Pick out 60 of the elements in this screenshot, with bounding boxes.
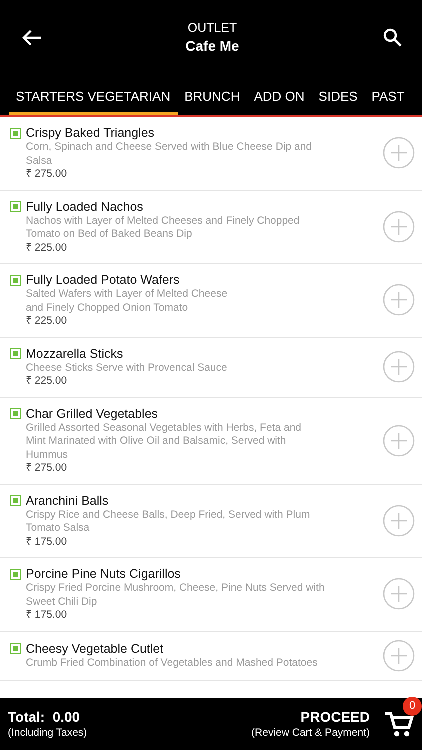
proceed-link[interactable]: PROCEED xyxy=(252,708,370,726)
item-name: Fully Loaded Nachos xyxy=(26,198,144,214)
header-subtitle: OUTLET xyxy=(186,20,238,36)
item-description: Tomato Salsa xyxy=(26,522,90,534)
item-name: Mozzarella Sticks xyxy=(26,346,124,362)
item-description: Nachos with Layer of Melted Cheeses and Finely Chopped xyxy=(26,214,300,226)
item-name: Char Grilled Vegetables xyxy=(26,406,158,422)
item-price: ₹ 225.00 xyxy=(26,315,68,327)
item-price: ₹ 275.00 xyxy=(26,168,68,180)
item-price: ₹ 175.00 xyxy=(26,609,68,621)
proceed-note: (Review Cart & Payment) xyxy=(252,726,370,740)
add-button[interactable] xyxy=(383,137,415,170)
veg-icon xyxy=(10,408,21,419)
item-name: Cheesy Vegetable Cutlet xyxy=(26,640,164,657)
item-description: Corn, Spinach and Cheese Served with Blue Cheese Dip and xyxy=(26,141,312,153)
item-description: Salsa xyxy=(26,154,52,166)
add-button[interactable] xyxy=(383,640,415,672)
item-name: Fully Loaded Potato Wafers xyxy=(26,272,180,288)
veg-icon xyxy=(10,568,21,580)
veg-icon xyxy=(10,495,21,506)
item-description: Tomato on Bed of Baked Beans Dip xyxy=(26,228,192,240)
item-description: Sweet Chili Dip xyxy=(26,596,98,608)
item-description: Cheese Sticks Serve with Provencal Sauce xyxy=(26,362,228,374)
category-tab[interactable]: STARTERS VEGETARIAN xyxy=(9,75,178,115)
veg-icon xyxy=(10,201,21,212)
add-button[interactable] xyxy=(383,284,415,316)
category-tab[interactable]: ADD ON xyxy=(247,75,312,115)
cart-count-badge: 0 xyxy=(403,697,422,716)
veg-icon xyxy=(10,128,21,138)
add-button[interactable] xyxy=(383,424,415,456)
item-price: ₹ 275.00 xyxy=(26,462,68,474)
item-name: Porcine Pine Nuts Cigarillos xyxy=(26,566,181,582)
category-tab[interactable]: BRUNCH xyxy=(178,75,248,115)
item-price: ₹ 225.00 xyxy=(26,375,68,387)
item-description: Crispy Rice and Cheese Balls, Deep Fried, Served with Plum xyxy=(26,508,310,520)
item-description: Crispy Fried Porcine Mushroom, Cheese, Pine Nuts Served with xyxy=(26,582,325,594)
back-icon[interactable] xyxy=(22,30,42,46)
item-description: Hummus xyxy=(26,448,68,460)
item-description: Mint Marinated with Olive Oil and Balsamic, Served with xyxy=(26,435,286,447)
add-button[interactable] xyxy=(383,351,415,383)
total-note: (Including Taxes) xyxy=(8,726,88,740)
category-tab[interactable]: PAST xyxy=(364,75,412,115)
category-tab[interactable]: SIDES xyxy=(312,75,365,115)
outlet-name: Cafe Me xyxy=(186,36,240,56)
item-price: ₹ 225.00 xyxy=(26,242,68,254)
item-description: and Finely Chopped Onion Tomato xyxy=(26,302,188,314)
add-button[interactable] xyxy=(383,578,415,610)
total-text: Total: 0.00 xyxy=(8,708,82,726)
veg-icon xyxy=(10,643,21,654)
veg-icon xyxy=(10,274,21,286)
add-button[interactable] xyxy=(383,210,415,243)
item-price: ₹ 175.00 xyxy=(26,536,68,548)
item-description: Grilled Assorted Seasonal Vegetables with Herbs, Feta and xyxy=(26,422,302,434)
item-name: Aranchini Balls xyxy=(26,492,109,508)
veg-icon xyxy=(10,348,21,359)
item-description: Crumb Fried Combination of Vegetables and Mashed Potatoes xyxy=(26,656,318,669)
item-name: Crispy Baked Triangles xyxy=(26,125,155,141)
search-icon[interactable] xyxy=(383,28,402,47)
item-description: Salted Wafers with Layer of Melted Cheese xyxy=(26,288,228,300)
add-button[interactable] xyxy=(383,504,415,537)
